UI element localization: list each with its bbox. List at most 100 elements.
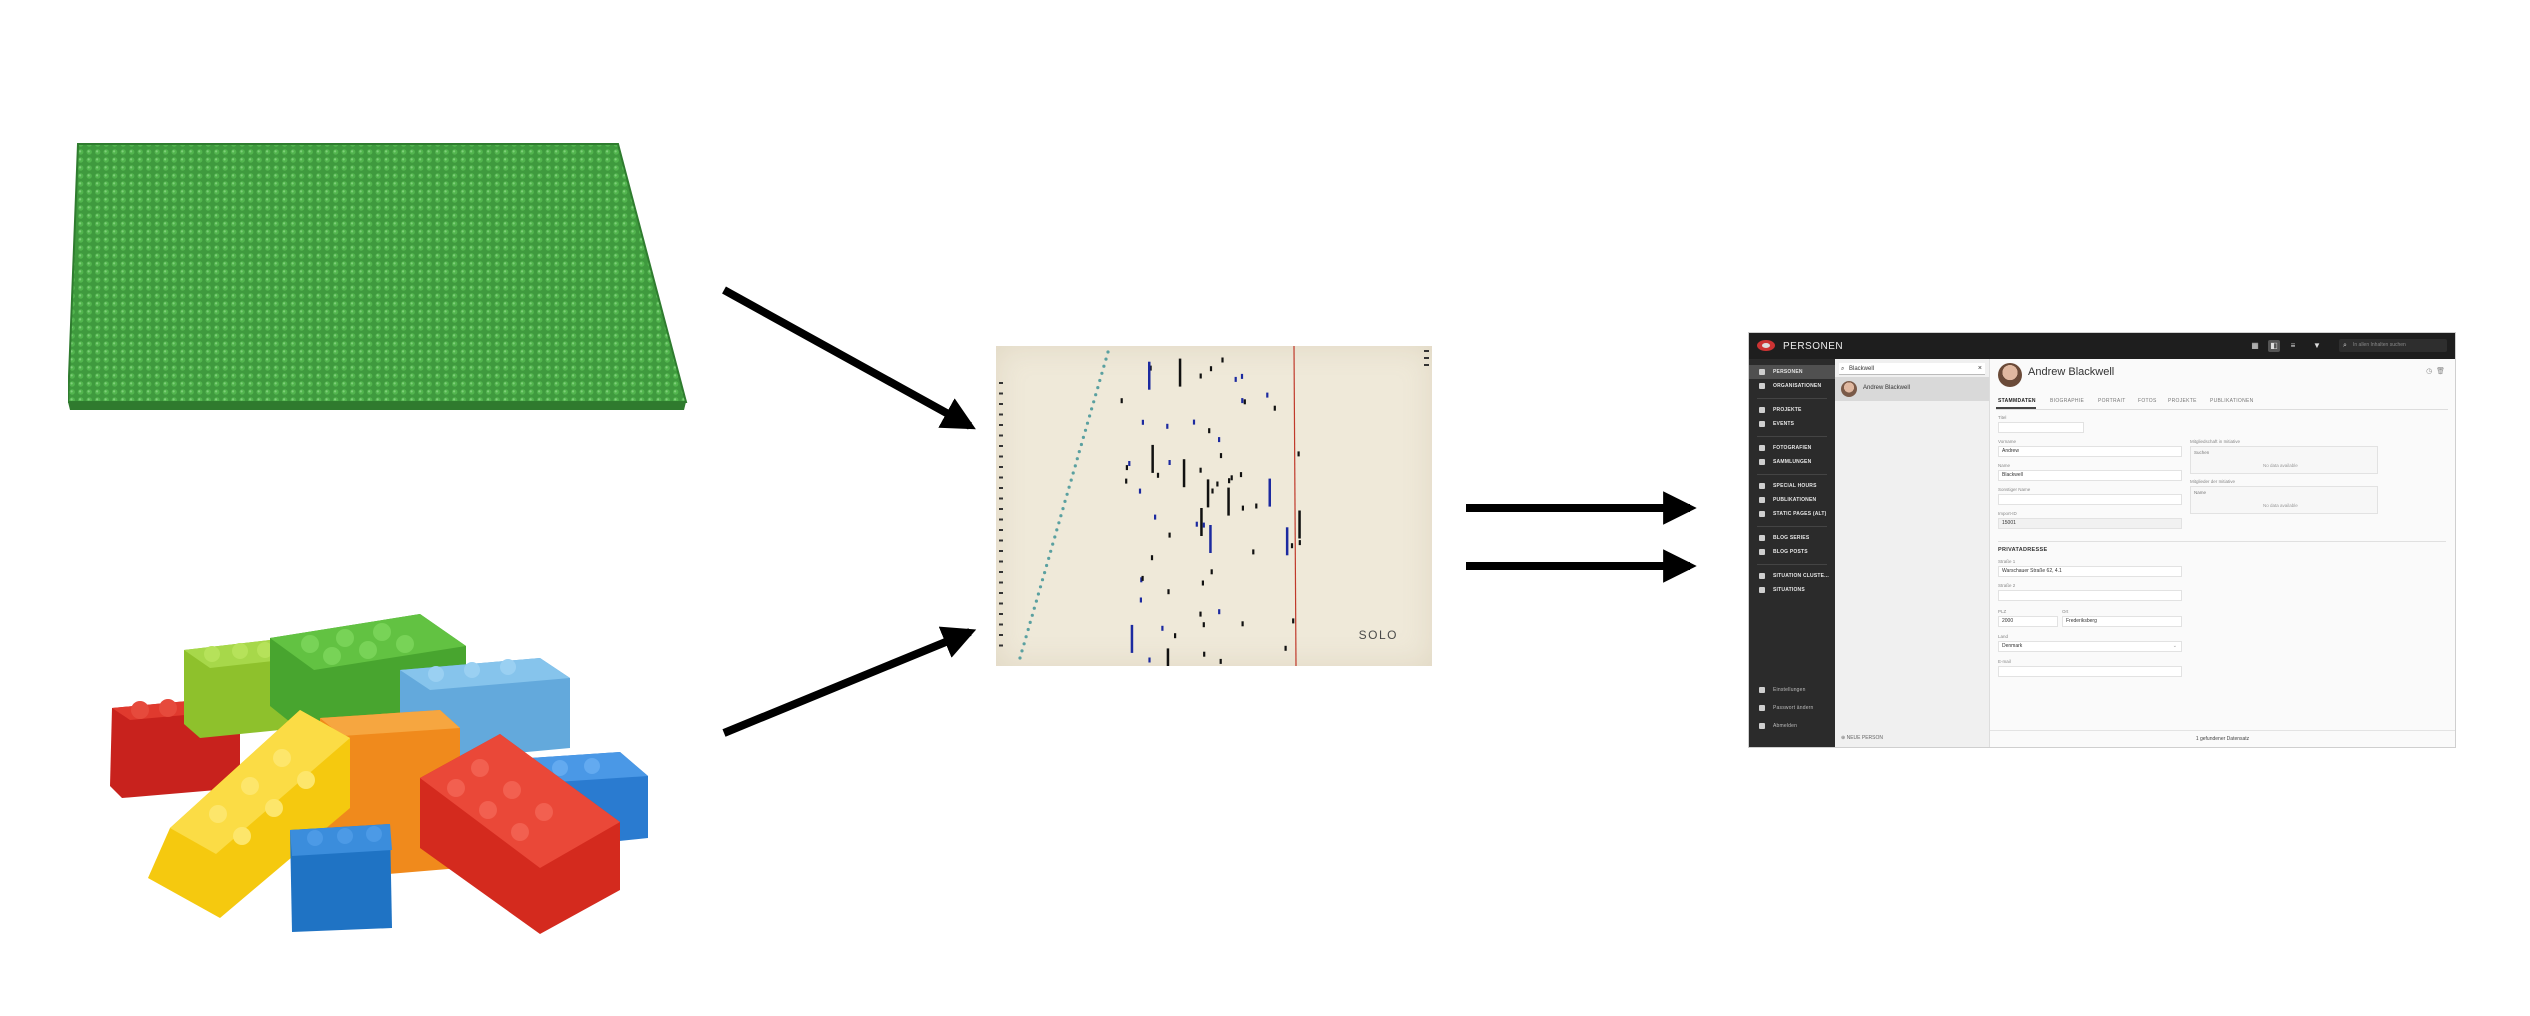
score-notation-image: SOLO: [996, 346, 1432, 666]
split-view-icon[interactable]: ◧: [2268, 340, 2280, 352]
score-dot: [1102, 364, 1106, 368]
score-note: [1252, 549, 1255, 555]
tab-projekte[interactable]: PROJEKTE: [2168, 398, 2197, 404]
project-icon: [1759, 407, 1765, 413]
new-person-label: NEUE PERSON: [1846, 735, 1883, 741]
score-note: [1292, 618, 1295, 624]
score-dot: [1090, 407, 1094, 411]
score-tick: [999, 560, 1003, 563]
blog-post-icon: [1759, 549, 1765, 555]
list-item[interactable]: Andrew Blackwell: [1835, 377, 1989, 401]
tab-biographie[interactable]: BIOGRAPHIE: [2050, 398, 2084, 404]
sidebar-item-sammlungen[interactable]: SAMMLUNGEN: [1749, 455, 1835, 469]
strasse1-field[interactable]: Warschauer Straße 62, 4.1: [1998, 566, 2182, 577]
list-search-input[interactable]: ⌕ Blackwell ×: [1839, 363, 1985, 375]
camera-icon: [1759, 445, 1765, 451]
titel-field[interactable]: [1998, 422, 2084, 433]
logout-icon: [1759, 723, 1765, 729]
score-dot: [1028, 620, 1032, 624]
score-tick: [1424, 364, 1429, 366]
calendar-icon[interactable]: ▦: [2249, 340, 2261, 352]
land-select[interactable]: Denmark ⌄: [1998, 641, 2182, 652]
mitgliedschaft-search[interactable]: Suchen: [2194, 450, 2209, 455]
email-field[interactable]: [1998, 666, 2182, 677]
score-dot: [1034, 599, 1038, 603]
plz-field[interactable]: 2000: [1998, 616, 2058, 627]
score-note: [1216, 481, 1219, 487]
history-icon[interactable]: ◷: [2426, 368, 2432, 375]
sidebar-item-label: SITUATION CLUSTE...: [1773, 573, 1829, 579]
sidebar-item-personen[interactable]: PERSONEN: [1749, 365, 1835, 379]
sidebar-item-fotografien[interactable]: FOTOGRAFIEN: [1749, 441, 1835, 455]
score-note: [1168, 532, 1171, 538]
score-tick: [999, 613, 1003, 615]
tab-fotos[interactable]: FOTOS: [2138, 398, 2157, 404]
sidebar-item-label: SAMMLUNGEN: [1773, 459, 1812, 465]
score-note: [1200, 508, 1203, 536]
sidebar-item-special-hours[interactable]: SPECIAL HOURS: [1749, 479, 1835, 493]
vorname-field[interactable]: Andrew: [1998, 446, 2182, 457]
lego-baseplate-image: [68, 143, 688, 410]
sidebar-item-organisationen[interactable]: ORGANISATIONEN: [1749, 379, 1835, 393]
score-dot: [1049, 549, 1053, 553]
ort-field[interactable]: Frederiksberg: [2062, 616, 2182, 627]
score-tick: [999, 487, 1003, 489]
sidebar-item-label: Passwort ändern: [1773, 705, 1814, 711]
tab-publikationen[interactable]: PUBLIKATIONEN: [2210, 398, 2254, 404]
score-note: [1230, 475, 1233, 481]
sidebar-item-passwort[interactable]: Passwort ändern: [1749, 701, 1835, 715]
sidebar-item-label: STATIC PAGES (ALT): [1773, 511, 1827, 517]
sidebar-item-publikationen[interactable]: PUBLIKATIONEN: [1749, 493, 1835, 507]
new-person-button[interactable]: ⊕ NEUE PERSON: [1841, 735, 1883, 741]
score-note: [1228, 478, 1231, 484]
trash-icon[interactable]: 🗑: [2436, 368, 2445, 375]
global-search-input[interactable]: ⌕ In allen Inhalten suchen: [2339, 339, 2447, 352]
score-note: [1128, 461, 1131, 466]
score-dot: [1020, 649, 1024, 653]
score-dot: [1100, 371, 1104, 375]
situation-icon: [1759, 587, 1765, 593]
score-note: [1273, 405, 1276, 411]
tab-stammdaten[interactable]: STAMMDATEN: [1998, 398, 2036, 404]
score-note: [1234, 376, 1237, 382]
tab-portrait[interactable]: PORTRAIT: [2098, 398, 2126, 404]
mitgliedschaft-nodata: No data available: [2263, 463, 2298, 468]
score-note: [1141, 419, 1144, 425]
strasse2-field[interactable]: [1998, 590, 2182, 601]
list-view-icon[interactable]: ≡: [2287, 340, 2299, 352]
sidebar-item-blog-posts[interactable]: BLOG POSTS: [1749, 545, 1835, 559]
section-privatadresse: PRIVATADRESSE: [1998, 547, 2048, 553]
mitgliedschaft-box: Suchen No data available: [2190, 446, 2378, 474]
land-value: Denmark: [2002, 643, 2023, 649]
score-note: [1125, 478, 1128, 484]
score-note: [1148, 361, 1151, 390]
search-icon: ⌕: [2343, 342, 2347, 349]
key-icon: [1759, 705, 1765, 711]
sidebar-item-blog-series[interactable]: BLOG SERIES: [1749, 531, 1835, 545]
sidebar-item-abmelden[interactable]: Abmelden: [1749, 719, 1835, 733]
score-dot: [1038, 585, 1043, 589]
sidebar-item-einstellungen[interactable]: Einstellungen: [1749, 683, 1835, 697]
score-dot: [1071, 471, 1075, 475]
sidebar-item-projekte[interactable]: PROJEKTE: [1749, 403, 1835, 417]
score-note: [1139, 597, 1142, 603]
sidebar-item-situations[interactable]: SITUATIONS: [1749, 583, 1835, 597]
score-dot: [1032, 606, 1036, 610]
score-dot: [1094, 393, 1098, 397]
event-icon: [1759, 421, 1765, 427]
score-note: [1290, 543, 1294, 549]
sonstiger-name-field[interactable]: [1998, 494, 2182, 505]
close-icon[interactable]: ×: [1978, 363, 1982, 375]
name-field[interactable]: Blackwell: [1998, 470, 2182, 481]
score-tick: [999, 623, 1003, 626]
score-note: [1141, 575, 1144, 581]
label-mitglieder: Mitglieder der Initiative: [2190, 479, 2236, 484]
score-tick: [999, 445, 1003, 447]
score-dot: [1106, 350, 1110, 354]
filter-icon[interactable]: ▼: [2311, 340, 2323, 352]
sidebar-item-static-pages[interactable]: STATIC PAGES (ALT): [1749, 507, 1835, 521]
score-note: [1241, 398, 1244, 404]
sidebar-item-events[interactable]: EVENTS: [1749, 417, 1835, 431]
sidebar-item-situation-clusters[interactable]: SITUATION CLUSTE...: [1749, 569, 1835, 583]
score-note: [1297, 451, 1300, 457]
